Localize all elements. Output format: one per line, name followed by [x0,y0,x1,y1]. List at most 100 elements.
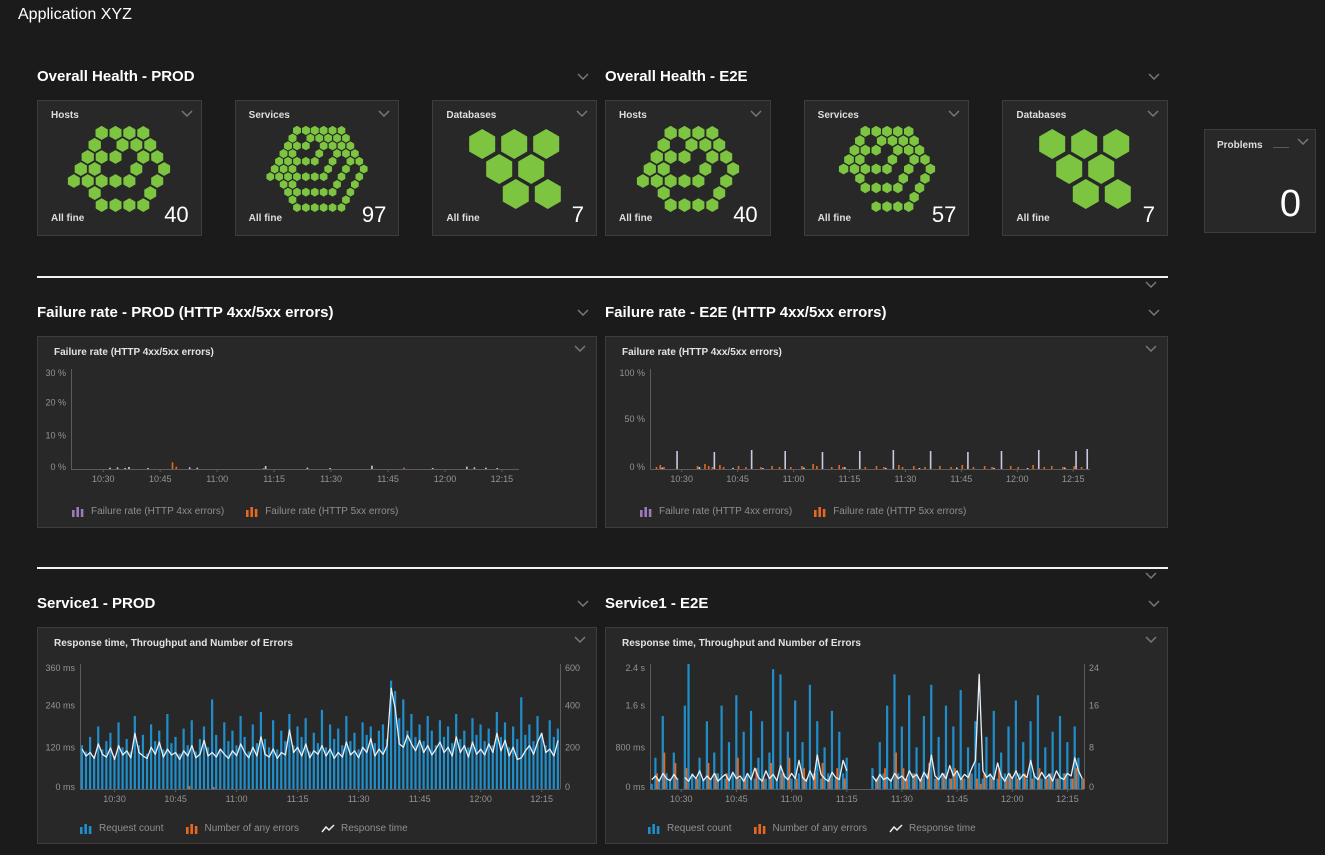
svg-text:12:15: 12:15 [491,474,514,484]
tile-title: Hosts [51,110,79,121]
chart-tile-failure-prod[interactable]: Failure rate (HTTP 4xx/5xx errors) 30 %2… [37,336,597,528]
svg-text:0 %: 0 % [629,462,645,472]
chevron-down-icon[interactable] [1145,572,1157,579]
hexagon-grid [613,125,763,213]
chart-canvas[interactable]: 100 %50 %0 %10:3010:4511:0011:1511:3011:… [606,369,1167,487]
hexagon-grid [242,125,392,213]
legend-item[interactable]: Failure rate (HTTP 4xx errors) [72,505,224,517]
chart-canvas[interactable]: 360 ms240 ms120 ms0 ms600400200010:3010:… [38,664,596,807]
section-title-failure-e2e: Failure rate - E2E (HTTP 4xx/5xx errors) [605,300,1168,326]
honeycomb-chart[interactable] [433,125,596,213]
section-failure-e2e: Failure rate - E2E (HTTP 4xx/5xx errors)… [605,300,1168,528]
chevron-down-icon[interactable] [948,110,960,117]
svg-text:11:00: 11:00 [781,794,803,804]
problems-tile[interactable]: Problems 0 [1204,129,1316,233]
chevron-down-icon[interactable] [1145,636,1157,643]
legend-item[interactable]: Number of any errors [754,822,867,834]
health-tile-databases[interactable]: DatabasesAll fine7 [1002,100,1168,236]
section-title-service-prod: Service1 - PROD [37,591,597,617]
svg-text:10:30: 10:30 [670,474,693,484]
status-label: All fine [51,213,84,228]
health-tile-hosts[interactable]: HostsAll fine40 [605,100,771,236]
section-failure-prod: Failure rate - PROD (HTTP 4xx/5xx errors… [37,300,597,528]
legend-item[interactable]: Request count [80,822,164,834]
legend-item[interactable]: Failure rate (HTTP 5xx errors) [814,505,966,517]
chevron-down-icon[interactable] [1148,309,1160,316]
chevron-down-icon[interactable] [1148,73,1160,80]
svg-text:11:45: 11:45 [946,794,968,804]
chevron-down-icon[interactable] [750,110,762,117]
legend-label: Request count [99,823,164,834]
legend-label: Request count [667,823,732,834]
chevron-down-icon[interactable] [378,110,390,117]
hexagon-grid [44,125,194,213]
service-prod-chart[interactable]: 360 ms240 ms120 ms0 ms600400200010:3010:… [38,664,596,811]
chart-legend: Failure rate (HTTP 4xx errors) Failure ra… [640,505,966,517]
chevron-down-icon[interactable] [1145,281,1157,288]
honeycomb-chart[interactable] [1003,125,1167,213]
chart-legend: Failure rate (HTTP 4xx errors) Failure ra… [72,505,398,517]
section-title-service-e2e: Service1 - E2E [605,591,1168,617]
legend-item[interactable]: Response time [321,823,408,834]
chevron-down-icon[interactable] [576,110,588,117]
svg-text:200: 200 [565,742,580,752]
chart-tile-service-prod[interactable]: Response time, Throughput and Number of … [37,627,597,844]
svg-text:11:15: 11:15 [836,794,858,804]
chart-title: Response time, Throughput and Number of … [54,638,293,649]
chevron-down-icon[interactable] [1145,345,1157,352]
svg-text:10:45: 10:45 [726,474,749,484]
honeycomb-chart[interactable] [38,125,201,213]
svg-text:50 %: 50 % [624,414,645,424]
chevron-down-icon[interactable] [181,110,193,117]
chart-canvas[interactable]: 30 %20 %10 %0 %10:3010:4511:0011:1511:30… [38,369,596,487]
section-title-failure-prod: Failure rate - PROD (HTTP 4xx/5xx errors… [37,300,597,326]
svg-text:100 %: 100 % [619,369,645,378]
svg-text:10 %: 10 % [45,431,66,441]
svg-text:360 ms: 360 ms [45,664,75,673]
health-tile-hosts[interactable]: Hosts All fine 40 [37,100,202,236]
svg-text:11:30: 11:30 [348,794,370,804]
chevron-down-icon[interactable] [574,636,586,643]
svg-text:600: 600 [565,664,580,673]
chart-title: Response time, Throughput and Number of … [622,638,861,649]
svg-text:11:15: 11:15 [839,474,861,484]
legend-label: Number of any errors [205,823,299,834]
chevron-down-icon[interactable] [577,600,589,607]
chevron-down-icon[interactable] [1147,110,1159,117]
svg-text:10:45: 10:45 [164,794,187,804]
chevron-down-icon[interactable] [1297,138,1309,145]
svg-text:11:15: 11:15 [287,794,309,804]
chart-tile-service-e2e[interactable]: Response time, Throughput and Number of … [605,627,1168,844]
honeycomb-chart[interactable] [236,125,399,213]
chevron-down-icon[interactable] [1148,600,1160,607]
chevron-down-icon[interactable] [574,345,586,352]
tile-title: Databases [1016,110,1066,121]
legend-item[interactable]: Response time [889,823,976,834]
chart-canvas[interactable]: 2.4 s1.6 s800 ms0 ms24168010:3010:4511:0… [606,664,1167,807]
problems-count: 0 [1280,183,1301,226]
honeycomb-chart[interactable] [805,125,969,213]
failure-rate-prod-chart[interactable]: 30 %20 %10 %0 %10:3010:4511:0011:1511:30… [38,369,596,491]
honeycomb-chart[interactable] [606,125,770,213]
svg-text:12:00: 12:00 [434,474,457,484]
svg-text:12:00: 12:00 [1001,794,1024,804]
svg-text:2.4 s: 2.4 s [625,664,645,673]
chevron-down-icon[interactable] [577,73,589,80]
chevron-down-icon[interactable] [577,309,589,316]
legend-item[interactable]: Failure rate (HTTP 4xx errors) [640,505,792,517]
dashboard-content: Overall Health - PROD HostsAll fine40Ser… [37,64,1319,844]
count-value: 40 [164,202,188,228]
health-tile-services[interactable]: ServicesAll fine57 [804,100,970,236]
health-tile-databases[interactable]: DatabasesAll fine7 [432,100,597,236]
failure-rate-e2e-chart[interactable]: 100 %50 %0 %10:3010:4511:0011:1511:3011:… [606,369,1167,491]
tile-title: Services [249,110,290,121]
service-e2e-chart[interactable]: 2.4 s1.6 s800 ms0 ms24168010:3010:4511:0… [606,664,1167,811]
legend-item[interactable]: Request count [648,822,732,834]
legend-item[interactable]: Failure rate (HTTP 5xx errors) [246,505,398,517]
legend-item[interactable]: Number of any errors [186,822,299,834]
chart-tile-failure-e2e[interactable]: Failure rate (HTTP 4xx/5xx errors) 100 %… [605,336,1168,528]
health-tile-services[interactable]: ServicesAll fine97 [235,100,400,236]
svg-text:0 ms: 0 ms [625,782,645,792]
legend-label: Number of any errors [773,823,867,834]
svg-text:11:45: 11:45 [409,794,431,804]
